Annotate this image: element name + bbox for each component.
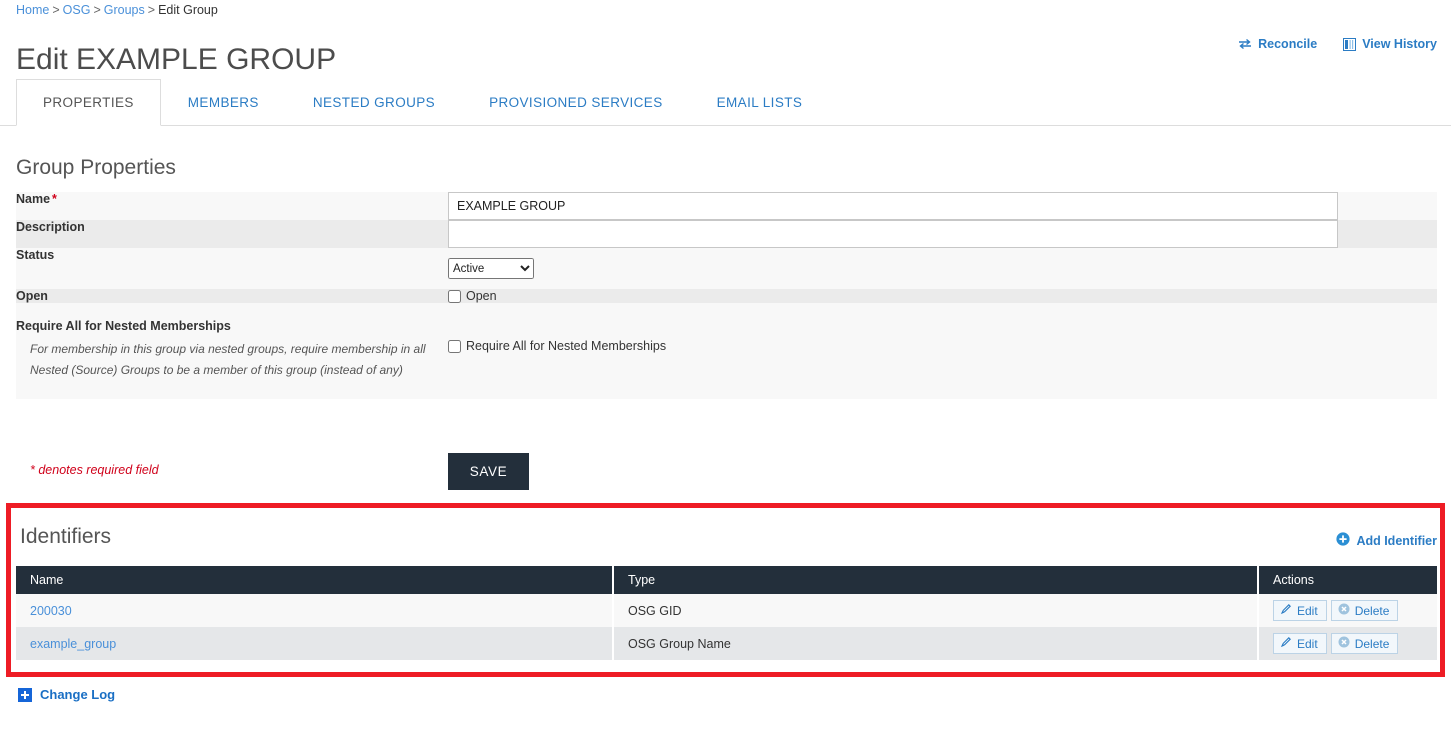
plus-square-icon [18,687,32,702]
delete-label: Delete [1354,636,1390,651]
history-book-icon [1343,37,1357,51]
table-row: example_group OSG Group Name Edit Delete [16,627,1437,660]
edit-label: Edit [1297,603,1318,618]
breadcrumb-separator: > [52,3,60,17]
required-field-note: * denotes required field [30,463,159,477]
description-input[interactable] [448,220,1338,248]
name-label: Name [16,192,51,206]
reconcile-link[interactable]: Reconcile [1238,37,1317,51]
delete-label: Delete [1354,603,1390,618]
row-action-group: Edit Delete [1273,633,1437,654]
breadcrumb-item-home[interactable]: Home [16,3,49,17]
view-history-link[interactable]: View History [1343,37,1437,51]
open-checkbox-label: Open [466,289,497,303]
cell-name: example_group [16,627,614,660]
open-label: Open [16,289,48,303]
page-root: Home > OSG > Groups > Edit Group Edit EXAMPLE … [0,0,1451,735]
tab-nested-groups[interactable]: NESTED GROUPS [286,79,462,126]
require-all-checkbox[interactable] [448,339,461,353]
form-label-cell: Description [16,220,448,248]
tab-email-lists[interactable]: EMAIL LISTS [690,79,830,126]
open-checkbox-wrap[interactable]: Open [448,289,1437,303]
change-log-label: Change Log [40,687,116,702]
breadcrumb: Home > OSG > Groups > Edit Group [16,3,218,17]
identifiers-table: Name Type Actions 200030 OSG GID Edit De… [16,566,1437,660]
description-label: Description [16,220,85,234]
delete-button[interactable]: Delete [1330,600,1399,621]
change-log-toggle[interactable]: Change Log [18,687,115,702]
add-identifier-button[interactable]: Add Identifier [1336,532,1437,549]
tab-bar: PROPERTIES MEMBERS NESTED GROUPS PROVISI… [0,78,1451,126]
column-header-actions: Actions [1258,566,1437,594]
require-all-checkbox-label: Require All for Nested Memberships [466,339,667,353]
view-history-label: View History [1362,37,1437,51]
edit-label: Edit [1297,636,1318,651]
page-title: Edit EXAMPLE GROUP [16,43,337,77]
status-select[interactable]: Active Suspended Deleted [448,258,534,279]
tab-members[interactable]: MEMBERS [161,79,286,126]
save-button[interactable]: SAVE [448,453,529,490]
tab-list: PROPERTIES MEMBERS NESTED GROUPS PROVISI… [16,78,829,126]
open-checkbox[interactable] [448,289,461,303]
pencil-icon [1280,603,1292,618]
circle-x-icon [1338,636,1350,651]
require-all-label: Require All for Nested Memberships [16,319,231,333]
cell-actions: Edit Delete [1258,594,1437,627]
require-all-help-line-1: For membership in this group via nested … [30,342,426,356]
form-row-name: Name * [16,192,1437,220]
circle-plus-icon [1336,532,1351,549]
form-field-cell [448,220,1437,248]
breadcrumb-item-current: Edit Group [158,3,218,17]
form-field-cell: Active Suspended Deleted [448,248,1437,289]
group-properties-heading: Group Properties [16,156,176,179]
cell-type: OSG Group Name [613,627,1259,660]
edit-button[interactable]: Edit [1273,600,1327,621]
tab-provisioned-services[interactable]: PROVISIONED SERVICES [462,79,690,126]
pencil-icon [1280,636,1292,651]
table-row: 200030 OSG GID Edit Delete [16,594,1437,627]
column-header-name: Name [16,566,614,594]
form-label-cell: Require All for Nested Memberships For m… [16,303,448,399]
required-asterisk: * [52,192,57,206]
row-action-group: Edit Delete [1273,600,1437,621]
status-label: Status [16,248,55,262]
form-row-description: Description [16,220,1437,248]
form-row-status: Status Active Suspended Deleted [16,248,1437,289]
form-label-cell: Status [16,248,448,289]
form-label-cell: Name * [16,192,448,220]
identifier-name-link[interactable]: 200030 [30,604,72,618]
name-input[interactable] [448,192,1338,220]
breadcrumb-separator: > [147,3,156,17]
cell-type: OSG GID [613,594,1259,627]
edit-button[interactable]: Edit [1273,633,1327,654]
cell-actions: Edit Delete [1258,627,1437,660]
cell-name: 200030 [16,594,614,627]
identifiers-heading: Identifiers [20,525,112,548]
form-field-cell: Require All for Nested Memberships [448,303,1437,399]
add-identifier-label: Add Identifier [1356,533,1437,548]
table-header-row: Name Type Actions [16,566,1437,594]
circle-x-icon [1338,603,1350,618]
column-header-type: Type [613,566,1259,594]
require-all-help-line-2: Nested (Source) Groups to be a member of… [30,363,403,377]
delete-button[interactable]: Delete [1330,633,1399,654]
form-field-cell: Open [448,289,1437,303]
form-field-cell [448,192,1437,220]
identifier-name-link[interactable]: example_group [30,637,116,651]
breadcrumb-item-groups[interactable]: Groups [104,3,145,17]
form-label-cell: Open [16,289,448,303]
form-row-open: Open Open [16,289,1437,303]
form-row-require-all: Require All for Nested Memberships For m… [16,303,1437,399]
breadcrumb-separator: > [93,3,101,17]
reconcile-label: Reconcile [1258,37,1318,51]
require-all-checkbox-wrap[interactable]: Require All for Nested Memberships [448,339,1437,353]
header-actions: Reconcile View History [1238,37,1437,51]
group-properties-form: Name* Description Status Active Suspende… [16,192,1437,399]
tab-properties[interactable]: PROPERTIES [16,79,161,126]
exchange-arrows-icon [1238,38,1252,50]
breadcrumb-item-osg[interactable]: OSG [63,3,91,17]
